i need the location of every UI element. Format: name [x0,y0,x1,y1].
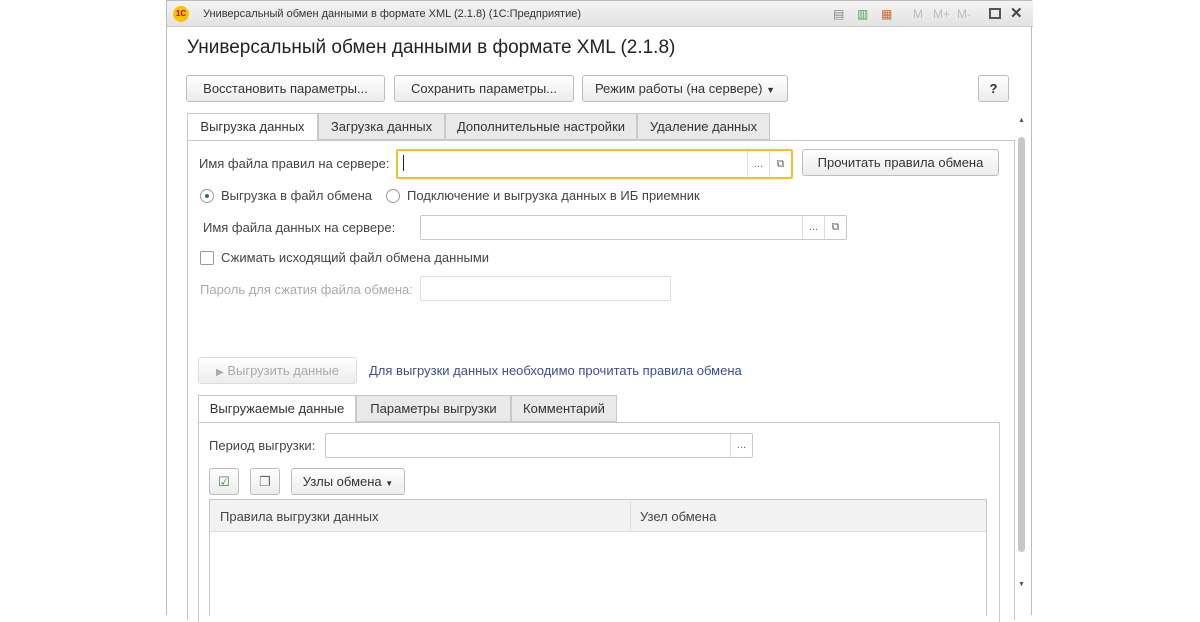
save-params-button[interactable]: Сохранить параметры... [394,75,574,102]
exchange-nodes-dropdown[interactable]: Узлы обмена ▼ [291,468,405,495]
column-header-node[interactable]: Узел обмена [640,509,716,524]
open-file-icon[interactable]: ⧉ [769,151,791,177]
tab-export[interactable]: Выгрузка данных [187,113,318,141]
text-cursor [403,155,404,171]
radio-connect-label: Подключение и выгрузка данных в ИБ прием… [407,188,700,203]
export-data-label: Выгрузить данные [227,363,339,378]
check-all-icon: ☑ [218,474,230,489]
rules-file-input[interactable]: ... ⧉ [396,149,793,179]
close-icon[interactable]: ✕ [1010,4,1023,22]
memory-minus-button[interactable]: M- [957,7,971,21]
period-label: Период выгрузки: [209,438,316,453]
calculator-icon[interactable]: ▥ [857,7,868,21]
period-input[interactable]: ... [325,433,753,458]
mode-label: Режим работы (на сервере) [594,81,763,96]
scrollbar-thumb[interactable] [1018,137,1025,552]
compress-label: Сжимать исходящий файл обмена данными [221,250,490,265]
window-title: Универсальный обмен данными в формате XM… [203,8,582,20]
calendar-icon[interactable]: ▦ [881,7,892,21]
help-button[interactable]: ? [978,75,1009,102]
radio-export-to-file[interactable] [200,189,214,203]
export-hint-link[interactable]: Для выгрузки данных необходимо прочитать… [369,363,742,378]
radio-connect[interactable] [386,189,400,203]
vertical-scrollbar[interactable]: ▲ ▼ [1017,117,1027,597]
table-header: Правила выгрузки данных Узел обмена [210,500,986,532]
export-data-button[interactable]: ▶ Выгрузить данные [198,357,357,384]
page-title: Универсальный обмен данными в формате XM… [187,37,676,58]
data-file-input[interactable]: ... ⧉ [420,215,847,240]
password-input[interactable] [420,276,671,301]
exchange-nodes-label: Узлы обмена [302,474,382,489]
title-bar: 1С Универсальный обмен данными в формате… [167,1,1033,27]
1c-logo: 1С [173,6,189,22]
subtab-comment[interactable]: Комментарий [511,395,617,422]
radio-export-to-file-label: Выгрузка в файл обмена [221,188,372,203]
data-file-label: Имя файла данных на сервере: [203,220,396,235]
tab-additional-settings[interactable]: Дополнительные настройки [445,113,637,140]
select-period-button[interactable]: ... [730,434,752,457]
subtab-exported-data[interactable]: Выгружаемые данные [198,395,356,423]
chevron-down-icon: ▼ [385,479,394,488]
select-file-button[interactable]: ... [747,151,769,177]
subtab-export-params[interactable]: Параметры выгрузки [356,395,511,422]
app-window: 1С Универсальный обмен данными в формате… [166,0,1033,622]
memory-m-button[interactable]: M [913,7,923,21]
select-data-file-button[interactable]: ... [802,216,824,239]
compress-checkbox[interactable] [200,251,214,265]
chevron-down-icon: ▼ [766,85,776,95]
tab-delete-data[interactable]: Удаление данных [637,113,770,140]
rules-file-label: Имя файла правил на сервере: [199,156,390,171]
rules-table: Правила выгрузки данных Узел обмена [209,499,987,616]
mode-dropdown[interactable]: Режим работы (на сервере) ▼ [582,75,788,102]
restore-params-button[interactable]: Восстановить параметры... [186,75,385,102]
read-rules-button[interactable]: Прочитать правила обмена [802,149,999,176]
memory-plus-button[interactable]: M+ [933,7,950,21]
check-all-button[interactable]: ☑ [209,468,239,495]
open-data-file-icon[interactable]: ⧉ [824,216,846,239]
column-header-rules[interactable]: Правила выгрузки данных [220,509,379,524]
password-label: Пароль для сжатия файла обмена: [200,282,413,297]
play-icon: ▶ [216,367,224,378]
uncheck-all-button[interactable]: ❐ [250,468,280,495]
uncheck-all-icon: ❐ [259,474,271,489]
print-preview-icon[interactable]: ▤ [833,7,844,21]
maximize-icon[interactable] [989,8,1001,19]
tab-import[interactable]: Загрузка данных [318,113,445,140]
